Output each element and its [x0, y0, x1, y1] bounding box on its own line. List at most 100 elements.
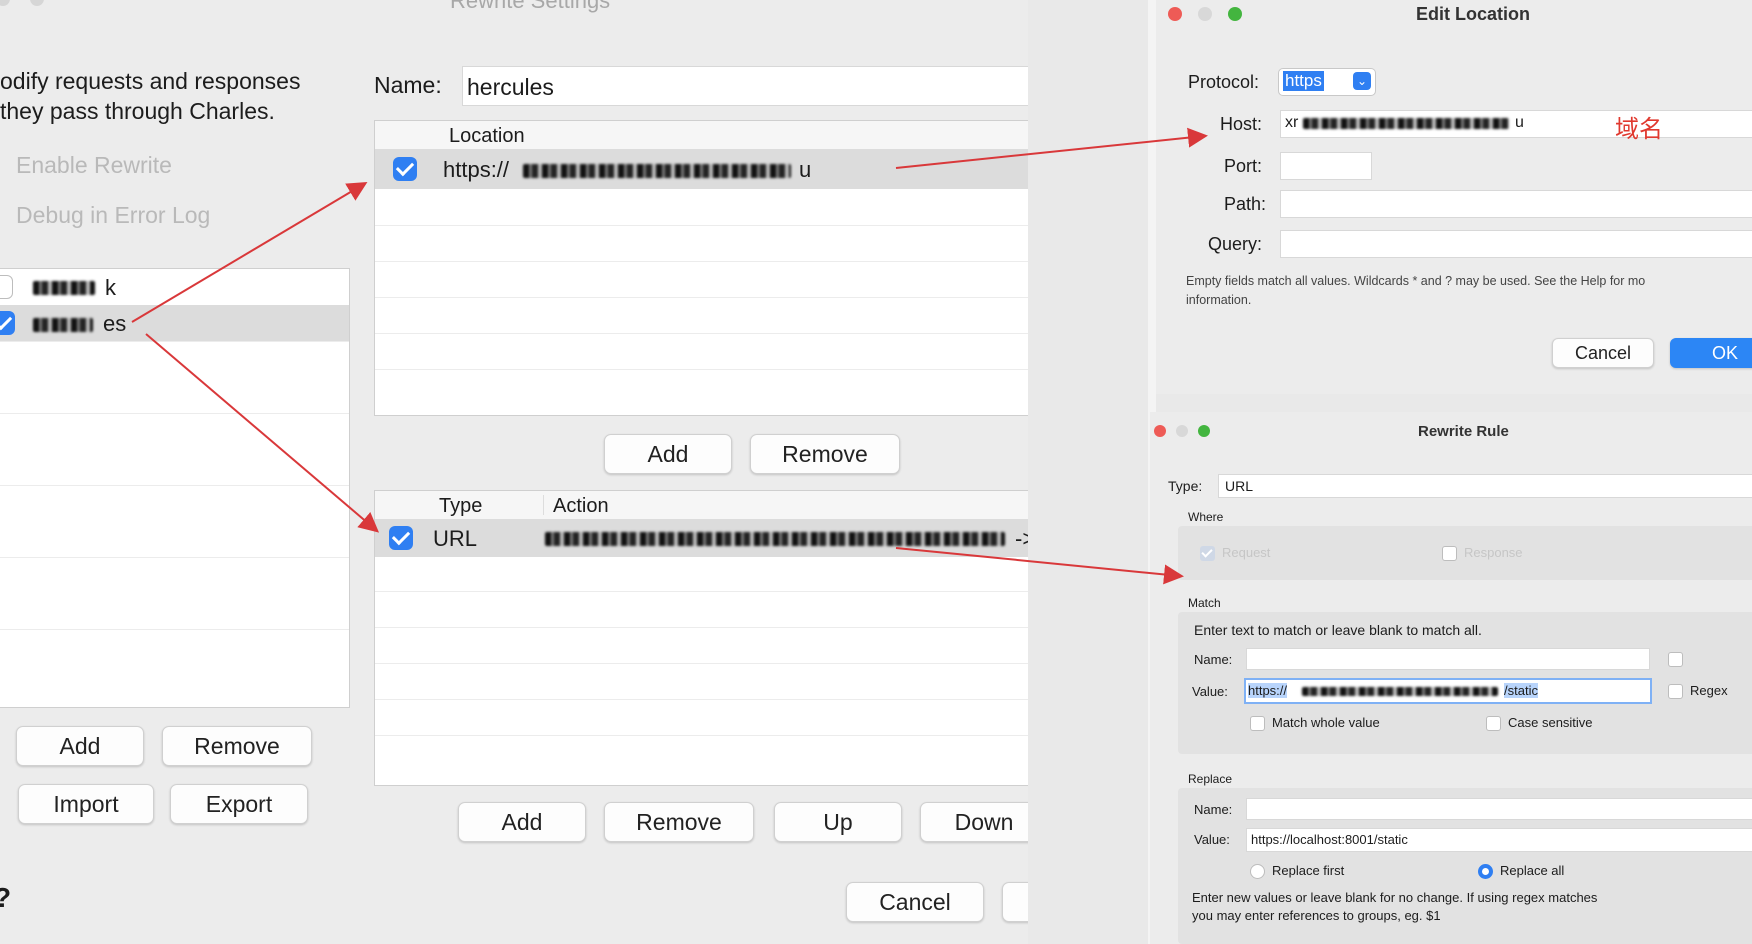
rule-enabled-checkbox[interactable] [389, 526, 413, 550]
remove-location-button[interactable]: Remove [750, 434, 900, 474]
dialog-title: Edit Location [1416, 4, 1530, 24]
redacted-rule-action [545, 532, 1005, 546]
value-regex-checkbox[interactable] [1668, 684, 1683, 699]
action-column-header[interactable]: Action [553, 495, 609, 518]
location-enabled-checkbox[interactable] [393, 157, 417, 181]
table-row[interactable]: https:// u [375, 149, 1028, 189]
type-column-header[interactable]: Type [439, 495, 482, 518]
remove-rule-button[interactable]: Remove [604, 802, 754, 842]
type-select[interactable]: URL [1218, 474, 1752, 498]
rules-table-header: Type Action [375, 491, 1028, 520]
replace-name-label: Name: [1194, 802, 1233, 817]
match-value-suffix: /static [1504, 683, 1538, 698]
type-value: URL [1225, 478, 1254, 494]
replace-footer-line1: Enter new values or leave blank for no c… [1192, 890, 1598, 905]
ok-button[interactable]: OK [1002, 882, 1028, 922]
enable-rewrite-checkbox[interactable]: Enable Rewrite [16, 152, 172, 179]
match-value-prefix: https:// [1248, 683, 1288, 698]
window-title: Rewrite Settings [450, 0, 611, 13]
host-suffix: u [1515, 114, 1524, 131]
request-checkbox[interactable] [1200, 546, 1215, 561]
add-set-button[interactable]: Add [16, 726, 144, 766]
host-label: Host: [1220, 114, 1263, 134]
rewrite-rule-dialog: Rewrite Rule Type: URL Where Request Res… [1150, 412, 1752, 944]
value-regex-label: Regex [1690, 683, 1728, 698]
location-ok-button[interactable]: OK [1670, 338, 1752, 368]
move-up-button[interactable]: Up [774, 802, 902, 842]
response-label: Response [1464, 545, 1523, 560]
location-table[interactable]: Location https:// u [374, 120, 1028, 416]
redacted-match-value [1302, 687, 1498, 696]
query-field[interactable] [1280, 230, 1752, 258]
redacted-host [1303, 118, 1509, 129]
rules-table[interactable]: Type Action URL -> https... [374, 490, 1028, 786]
set-enabled-checkbox[interactable] [0, 275, 13, 299]
path-label: Path: [1224, 194, 1267, 214]
remove-set-button[interactable]: Remove [162, 726, 312, 766]
debug-error-log-checkbox[interactable]: Debug in Error Log [16, 202, 210, 229]
help-button[interactable]: ? [0, 882, 11, 914]
response-checkbox[interactable] [1442, 546, 1457, 561]
replace-section: Name: Value: https://localhost:8001/stat… [1178, 788, 1752, 944]
set-enabled-checkbox[interactable] [0, 311, 15, 335]
match-whole-value-checkbox[interactable] [1250, 716, 1265, 731]
request-label: Request [1222, 545, 1271, 560]
case-sensitive-checkbox[interactable] [1486, 716, 1501, 731]
export-button[interactable]: Export [170, 784, 308, 824]
minimize-icon[interactable] [1198, 7, 1212, 21]
name-regex-checkbox[interactable] [1668, 652, 1683, 667]
redacted-location [523, 164, 791, 178]
protocol-select[interactable]: https ⌄ [1278, 68, 1376, 96]
help-text-line2: information. [1186, 293, 1252, 307]
replace-first-label: Replace first [1272, 863, 1345, 878]
set-name-label: es [103, 311, 127, 336]
add-location-button[interactable]: Add [604, 434, 732, 474]
redacted-set-name [33, 281, 95, 295]
where-section: Request Response [1178, 526, 1752, 580]
traffic-light-minimize[interactable] [30, 0, 44, 6]
replace-value-label: Value: [1194, 832, 1230, 847]
path-field[interactable] [1280, 190, 1752, 218]
zoom-icon[interactable] [1198, 425, 1210, 437]
move-down-button[interactable]: Down [920, 802, 1028, 842]
replace-all-label: Replace all [1500, 863, 1565, 878]
replace-first-radio[interactable] [1250, 864, 1265, 879]
rewrite-sets-list[interactable]: k es [0, 268, 350, 708]
match-name-field[interactable] [1246, 648, 1650, 670]
name-field[interactable]: hercules [462, 66, 1028, 106]
replace-value-field[interactable]: https://localhost:8001/static [1246, 828, 1752, 852]
rule-type: URL [433, 526, 478, 551]
protocol-value: https [1283, 71, 1324, 91]
add-rule-button[interactable]: Add [458, 802, 586, 842]
intro-text-line1: odify requests and responses [0, 68, 301, 94]
replace-footer-line2: you may enter references to groups, eg. … [1192, 908, 1441, 923]
import-button[interactable]: Import [18, 784, 154, 824]
close-icon[interactable] [1154, 425, 1166, 437]
dialog-title: Rewrite Rule [1418, 423, 1509, 440]
close-icon[interactable] [1168, 7, 1182, 21]
zoom-icon[interactable] [1228, 7, 1242, 21]
match-hint: Enter text to match or leave blank to ma… [1194, 622, 1482, 638]
port-label: Port: [1224, 156, 1263, 176]
minimize-icon[interactable] [1176, 425, 1188, 437]
replace-all-radio[interactable] [1478, 864, 1493, 879]
match-value-field[interactable]: https:// /static [1244, 678, 1652, 704]
protocol-label: Protocol: [1188, 72, 1260, 92]
location-column-header[interactable]: Location [449, 125, 525, 148]
host-field[interactable]: xr u 域名 [1280, 110, 1752, 143]
host-prefix: xr [1285, 114, 1299, 131]
replace-section-label: Replace [1188, 772, 1233, 786]
table-row[interactable]: URL -> https... [375, 519, 1028, 557]
list-item[interactable]: k [0, 269, 349, 305]
traffic-light-close[interactable] [0, 0, 10, 6]
location-url-prefix: https:// [443, 157, 510, 182]
match-section-label: Match [1188, 596, 1221, 610]
replace-name-field[interactable] [1246, 798, 1752, 820]
match-section: Enter text to match or leave blank to ma… [1178, 612, 1752, 754]
match-whole-value-label: Match whole value [1272, 715, 1380, 730]
location-url-suffix: u [799, 157, 812, 182]
port-field[interactable] [1280, 152, 1372, 180]
location-cancel-button[interactable]: Cancel [1552, 338, 1654, 368]
list-item[interactable]: es [0, 305, 349, 341]
cancel-button[interactable]: Cancel [846, 882, 984, 922]
